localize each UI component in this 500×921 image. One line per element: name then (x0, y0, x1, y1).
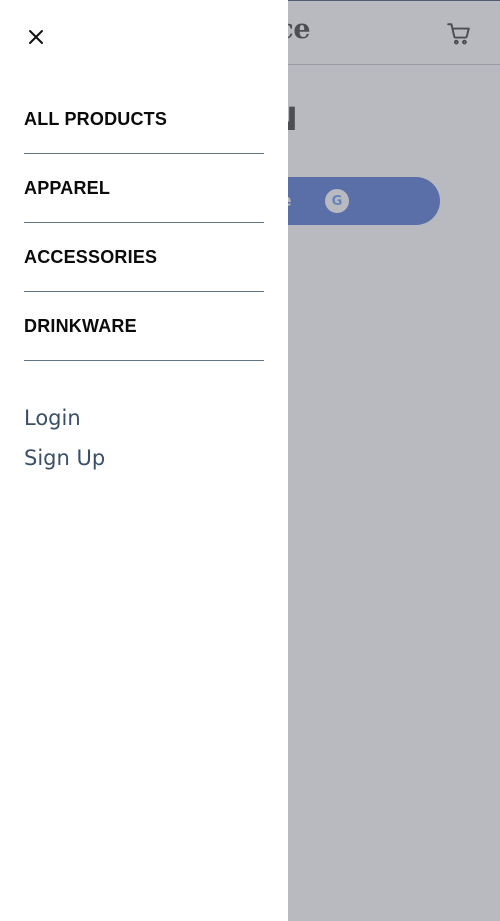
nav-item-all-products[interactable]: ALL PRODUCTS (24, 85, 264, 154)
nav-item-label: DRINKWARE (24, 316, 137, 336)
signup-link[interactable]: Sign Up (24, 442, 105, 482)
nav-item-apparel[interactable]: APPAREL (24, 154, 264, 223)
auth-links: Login Sign Up (24, 402, 105, 482)
nav-item-label: APPAREL (24, 178, 111, 198)
nav-drawer: ALL PRODUCTS APPAREL ACCESSORIES DRINKWA… (0, 0, 288, 921)
nav-item-accessories[interactable]: ACCESSORIES (24, 223, 264, 292)
login-link[interactable]: Login (24, 402, 105, 442)
nav-item-drinkware[interactable]: DRINKWARE (24, 292, 264, 361)
nav-item-label: ACCESSORIES (24, 247, 158, 267)
close-button[interactable] (24, 25, 48, 49)
drawer-nav: ALL PRODUCTS APPAREL ACCESSORIES DRINKWA… (24, 85, 264, 361)
close-icon (29, 30, 43, 44)
nav-item-label: ALL PRODUCTS (24, 109, 168, 129)
